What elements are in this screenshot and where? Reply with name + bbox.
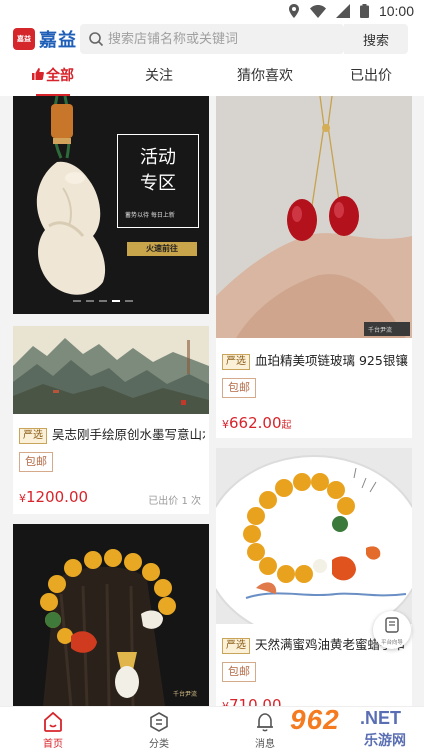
status-time: 10:00: [378, 3, 414, 19]
site-watermark: 962 .NET 乐游网: [286, 702, 424, 755]
price-value: 1200.00: [26, 488, 89, 506]
banner-cta-button[interactable]: 火速前往: [127, 242, 197, 256]
bid-count-suffix: 次: [191, 496, 201, 507]
search-button[interactable]: 搜索: [344, 24, 408, 54]
nav-category[interactable]: 分类: [124, 711, 194, 750]
tab-all[interactable]: 全部: [0, 58, 106, 96]
carousel-dot-active[interactable]: [112, 300, 120, 302]
search-input[interactable]: [108, 24, 340, 54]
price-currency: ¥: [222, 418, 229, 431]
carousel-dot[interactable]: [86, 300, 94, 302]
carousel-dot[interactable]: [125, 300, 133, 302]
guide-icon: [385, 617, 399, 633]
free-shipping-tag: 包邮: [222, 662, 256, 682]
svg-text:千台尹流: 千台尹流: [368, 326, 392, 334]
search-icon: [89, 32, 104, 47]
banner-subtitle: 蓄势以待 每日上新: [125, 212, 175, 219]
tab-label: 已出价: [350, 68, 392, 84]
search-box[interactable]: [80, 24, 344, 54]
free-shipping-tag: 包邮: [222, 378, 256, 398]
banner-title-2: 专区: [140, 173, 176, 194]
category-icon: [150, 712, 168, 732]
product-feed: 活动 专区 蓄势以待 每日上新 火速前往 严选 吴志刚手绘原创水墨写意山 包邮 …: [0, 96, 424, 706]
battery-icon: [359, 4, 369, 18]
tab-guess-you-like[interactable]: 猜你喜欢: [212, 58, 318, 96]
price-value: 710.00: [229, 696, 282, 706]
price-currency: ¥: [19, 492, 26, 505]
nav-label: 首页: [43, 739, 63, 750]
carousel-dots: [73, 300, 133, 302]
wifi-icon: [309, 4, 326, 18]
tab-label: 猜你喜欢: [237, 68, 293, 84]
status-icons: 10:00: [288, 3, 414, 19]
product-card-bead-bracelet[interactable]: 严选天然满蜜鸡油黄老蜜蜡手串 包邮 ¥710.00: [216, 448, 412, 706]
product-card-amber-necklace[interactable]: 千台尹流 严选 血珀精美项链玻璃 925银镶嵌 包邮 ¥662.00起: [216, 96, 412, 438]
necklace-image: 千台尹流: [216, 96, 412, 338]
app-header: 嘉益 嘉益 搜索: [0, 22, 424, 58]
bell-icon: [257, 713, 273, 732]
product-title-text: 血珀精美项链玻璃 925银镶嵌: [255, 353, 408, 368]
strict-select-tag: 严选: [222, 354, 250, 370]
promo-banner[interactable]: 活动 专区 蓄势以待 每日上新 火速前往: [13, 96, 209, 314]
app-logo[interactable]: 嘉益 嘉益: [13, 26, 77, 52]
logo-text: 嘉益: [39, 30, 77, 51]
bid-count-prefix: 已出价: [148, 496, 179, 507]
product-price: ¥1200.00: [19, 488, 88, 506]
nav-home[interactable]: 首页: [18, 711, 88, 750]
free-shipping-tag: 包邮: [19, 452, 53, 472]
price-suffix: 起: [281, 420, 292, 431]
platform-guide-button[interactable]: 平台向导: [373, 611, 411, 649]
location-icon: [288, 4, 299, 18]
tab-follow[interactable]: 关注: [106, 58, 212, 96]
strict-select-tag: 严选: [222, 638, 250, 654]
tab-bid[interactable]: 已出价: [318, 58, 424, 96]
logo-badge: 嘉益: [13, 28, 35, 50]
strict-select-tag: 严选: [19, 428, 47, 444]
watermark-net: .NET: [360, 708, 402, 728]
product-card-painting[interactable]: 严选吴志刚手绘原创水墨写意山水画 包邮 ¥1200.00 已出价 1 次: [13, 326, 209, 514]
thumb-up-icon: [32, 68, 44, 80]
nav-label: 分类: [149, 739, 169, 750]
status-bar: 10:00: [0, 0, 424, 22]
watermark-number: 962: [290, 704, 340, 735]
bid-count-value: 1: [181, 496, 188, 507]
signal-icon: [335, 4, 350, 18]
product-card-bracelet-left[interactable]: 千台尹流: [13, 524, 209, 706]
product-title-text: 吴志刚手绘原创水墨写意山水画: [52, 427, 205, 442]
price-value: 662.00: [229, 414, 282, 432]
product-price: ¥662.00起: [222, 414, 292, 432]
bead-bracelet-image: [216, 448, 412, 624]
banner-title-1: 活动: [140, 147, 176, 168]
bid-count: 已出价 1 次: [148, 492, 201, 507]
product-title[interactable]: 严选吴志刚手绘原创水墨写意山水画: [19, 424, 205, 444]
tab-label: 关注: [145, 68, 173, 84]
carousel-dot[interactable]: [99, 300, 107, 302]
bracelet-image: 千台尹流: [13, 524, 209, 706]
nav-label: 消息: [255, 739, 275, 750]
product-price: ¥710.00: [222, 696, 282, 706]
tab-label: 全部: [46, 68, 74, 84]
painting-image: [13, 326, 209, 414]
svg-text:千台尹流: 千台尹流: [173, 690, 197, 698]
carousel-dot[interactable]: [73, 300, 81, 302]
platform-guide-label: 平台向导: [381, 639, 403, 646]
product-title[interactable]: 严选 血珀精美项链玻璃 925银镶嵌: [222, 350, 408, 370]
watermark-cn: 乐游网: [364, 733, 406, 749]
home-icon: [44, 711, 62, 732]
category-tabs: 全部 关注 猜你喜欢 已出价: [0, 58, 424, 96]
